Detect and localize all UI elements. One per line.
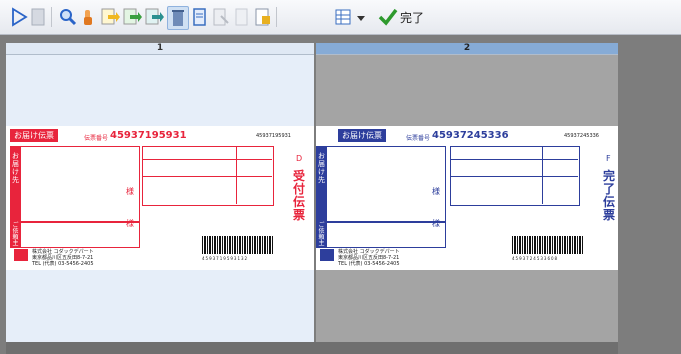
- delivery-slip-2: お届け伝票 伝票番号 45937245336 45937245336 お届け先 …: [316, 126, 618, 270]
- barcode-digits: 4593719593132: [202, 256, 249, 261]
- kodak-logo-icon: [14, 249, 28, 261]
- page-gray-icon[interactable]: [234, 7, 250, 27]
- page-arrow-teal-icon[interactable]: [144, 7, 164, 27]
- company-tel: TEL (代表) 03-5456-2405: [338, 261, 400, 267]
- grid-line: [450, 176, 578, 177]
- tracking-number-small: 45937245336: [564, 133, 599, 139]
- slip-header-title: お届け伝票: [10, 129, 58, 142]
- empty-area: [618, 43, 681, 354]
- grid-line: [450, 159, 578, 160]
- page-number-2: 2: [463, 43, 471, 53]
- blank-page-icon[interactable]: [30, 7, 46, 27]
- slip-type-vertical: 受付伝票: [292, 169, 305, 222]
- recipient-side-label: お届け先: [12, 152, 19, 184]
- slip-letter: F: [606, 154, 611, 163]
- page-number-bar-1: 1: [6, 43, 314, 55]
- slip-letter: D: [296, 154, 303, 163]
- page-highlight-icon[interactable]: [254, 7, 272, 27]
- toolbar-separator: [276, 7, 277, 27]
- delivery-slip-1: お届け伝票 伝票番号 45937195931 459371959­31 お届け先…: [6, 126, 314, 270]
- toolbar: 完了: [0, 0, 681, 35]
- sender-side-label: ご依頼主: [318, 222, 325, 247]
- sender-side-label: ご依頼主: [12, 222, 19, 247]
- page-number-1: 1: [156, 43, 164, 53]
- trash-icon[interactable]: [167, 6, 189, 30]
- grid-line: [542, 146, 543, 204]
- grid-line: [142, 159, 272, 160]
- recipient-honorific: 様: [432, 187, 440, 196]
- page-arrow-yellow-icon[interactable]: [100, 7, 120, 27]
- done-label[interactable]: 完了: [400, 9, 424, 26]
- barcode: [202, 236, 274, 254]
- page-crop-icon[interactable]: [212, 7, 230, 27]
- sender-box: [316, 222, 446, 248]
- checkmark-icon[interactable]: [378, 7, 398, 27]
- page-icon[interactable]: [192, 7, 208, 27]
- tracking-label: 伝票番号: [406, 135, 431, 142]
- tracking-label: 伝票番号: [84, 135, 109, 142]
- sender-honorific: 様: [432, 219, 440, 228]
- recipient-box: [10, 146, 140, 222]
- tracking-number: 45937195931: [110, 130, 187, 141]
- recipient-box: [316, 146, 446, 222]
- grid-icon[interactable]: [334, 7, 352, 27]
- recipient-side-label: お届け先: [318, 152, 325, 184]
- sender-box: [10, 222, 140, 248]
- bottom-strip: [6, 342, 618, 354]
- chevron-down-icon[interactable]: [356, 7, 366, 27]
- barcode-digits: 4593724533608: [512, 256, 559, 261]
- slip-header-title: お届け伝票: [338, 129, 386, 142]
- grid-line: [236, 146, 237, 204]
- barcode: [512, 236, 584, 254]
- sender-honorific: 様: [126, 219, 134, 228]
- toolbar-separator: [51, 7, 52, 27]
- tracking-number-small: 459371959­31: [256, 133, 291, 139]
- page-number-bar-2[interactable]: 2: [316, 43, 618, 55]
- kodak-logo-icon: [320, 249, 334, 261]
- play-icon[interactable]: [10, 7, 28, 27]
- tracking-number: 45937245336: [432, 130, 509, 141]
- page-arrow-green-icon[interactable]: [122, 7, 142, 27]
- grid-line: [142, 176, 272, 177]
- slip-type-vertical: 完了伝票: [602, 169, 615, 222]
- company-tel: TEL (代表) 03-5456-2405: [32, 261, 94, 267]
- magnifier-icon[interactable]: [58, 7, 78, 27]
- recipient-honorific: 様: [126, 187, 134, 196]
- hand-icon[interactable]: [80, 7, 96, 27]
